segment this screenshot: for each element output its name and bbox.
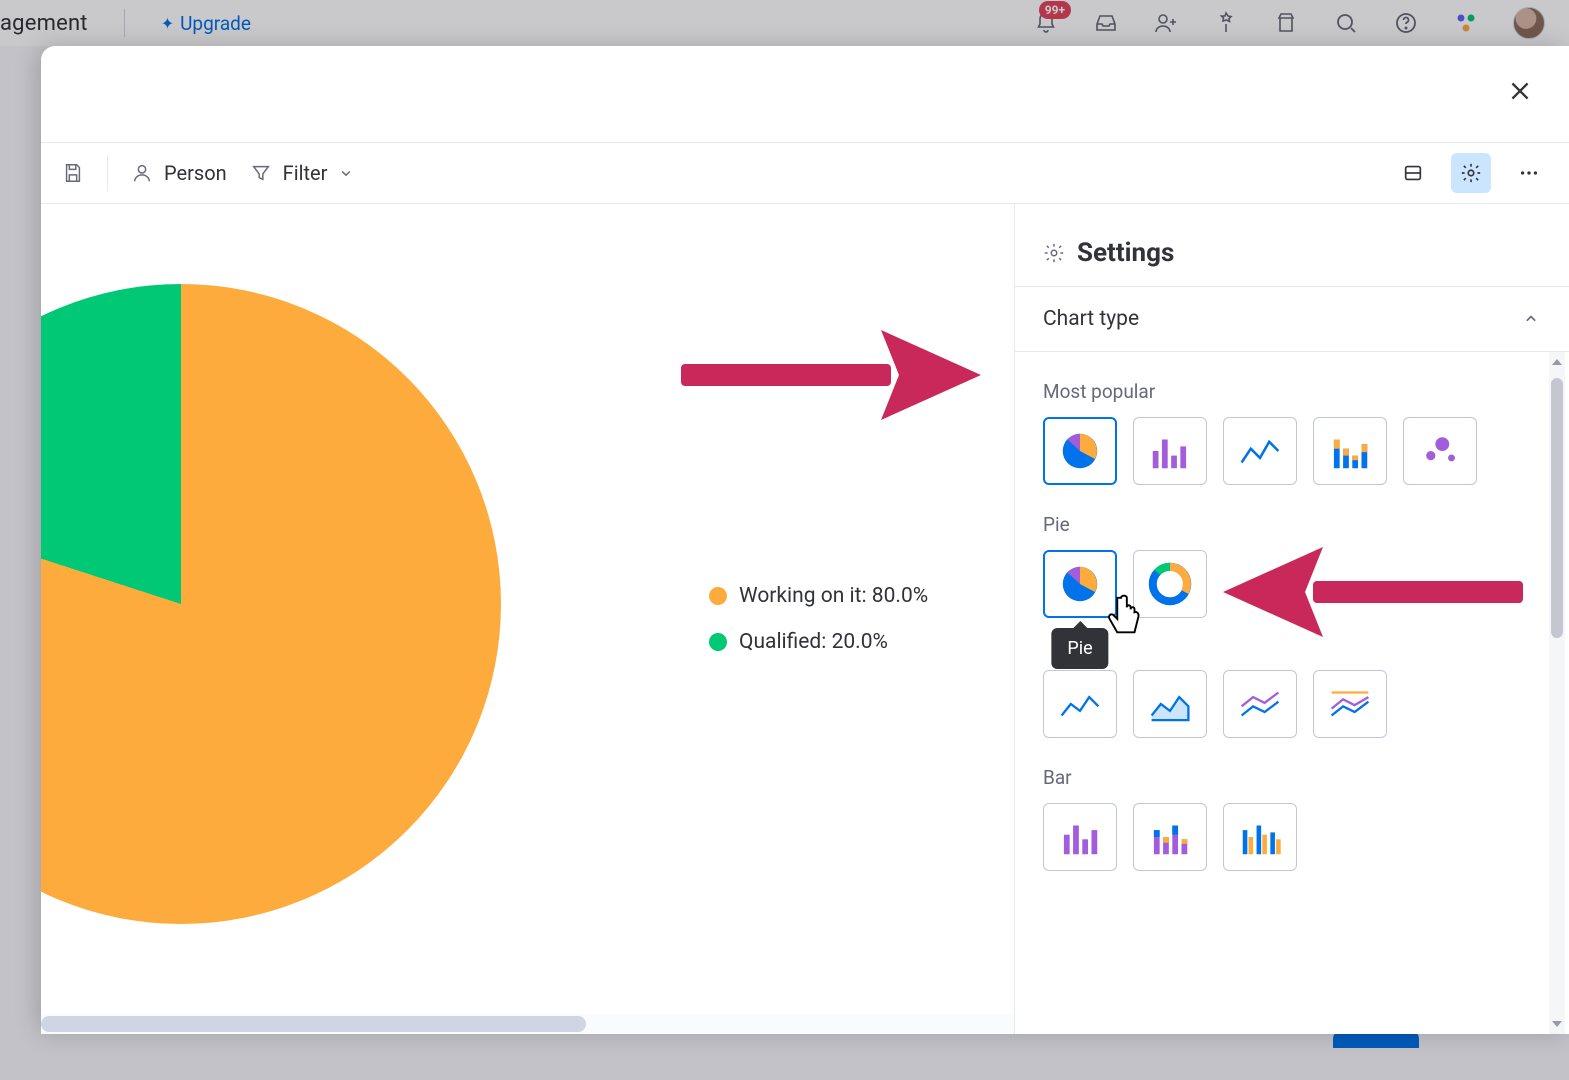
legend-item: Qualified: 20.0% bbox=[709, 630, 928, 654]
legend-swatch bbox=[709, 587, 727, 605]
chart-preview: Working on it: 80.0% Qualified: 20.0% bbox=[41, 204, 1014, 1034]
person-label: Person bbox=[164, 161, 227, 185]
chart-type-line-compare[interactable] bbox=[1313, 670, 1387, 738]
scrollbar-thumb[interactable] bbox=[41, 1016, 586, 1032]
close-button[interactable] bbox=[1503, 74, 1537, 108]
cursor-pointer-icon bbox=[1095, 594, 1115, 618]
chart-type-line-multi[interactable] bbox=[1223, 670, 1297, 738]
chart-type-bar-stacked[interactable] bbox=[1133, 803, 1207, 871]
split-view-button[interactable] bbox=[1393, 153, 1433, 193]
group-bar: Bar bbox=[1043, 766, 1541, 789]
annotation-arrow bbox=[681, 294, 981, 454]
scrollbar-down-arrow-icon[interactable] bbox=[1551, 1018, 1563, 1030]
settings-title-text: Settings bbox=[1077, 238, 1174, 268]
horizontal-scrollbar[interactable] bbox=[41, 1014, 1014, 1034]
annotation-arrow bbox=[1223, 522, 1523, 662]
chart-type-section-header[interactable]: Chart type bbox=[1015, 286, 1569, 352]
save-icon[interactable] bbox=[61, 161, 85, 185]
legend-label: Working on it: 80.0% bbox=[739, 584, 928, 608]
chart-editor-modal: Person Filter bbox=[41, 46, 1569, 1034]
gear-icon bbox=[1043, 242, 1065, 264]
vertical-scrollbar[interactable] bbox=[1549, 352, 1565, 1034]
chart-type-bar[interactable] bbox=[1133, 417, 1207, 485]
scrollbar-thumb[interactable] bbox=[1551, 378, 1563, 638]
person-button[interactable]: Person bbox=[130, 161, 227, 185]
chart-type-bar-grouped[interactable] bbox=[1223, 803, 1297, 871]
chevron-up-icon bbox=[1521, 309, 1541, 329]
settings-title: Settings bbox=[1015, 204, 1569, 286]
filter-label: Filter bbox=[283, 161, 328, 185]
chart-type-line-area[interactable] bbox=[1133, 670, 1207, 738]
chart-type-label: Chart type bbox=[1043, 307, 1139, 331]
scrollbar-up-arrow-icon[interactable] bbox=[1551, 356, 1563, 368]
chart-legend: Working on it: 80.0% Qualified: 20.0% bbox=[709, 584, 928, 654]
chart-type-line-basic[interactable] bbox=[1043, 670, 1117, 738]
chart-type-stacked-bar[interactable] bbox=[1313, 417, 1387, 485]
legend-swatch bbox=[709, 633, 727, 651]
modal-header bbox=[41, 46, 1569, 142]
more-options-button[interactable] bbox=[1509, 153, 1549, 193]
modal-toolbar: Person Filter bbox=[41, 142, 1569, 204]
chart-type-bubble[interactable] bbox=[1403, 417, 1477, 485]
settings-toggle-button[interactable] bbox=[1451, 153, 1491, 193]
person-icon bbox=[130, 161, 154, 185]
chart-type-pie[interactable] bbox=[1043, 417, 1117, 485]
toolbar-divider bbox=[107, 155, 108, 191]
filter-icon bbox=[249, 161, 273, 185]
settings-scroll-area: Most popular bbox=[1015, 352, 1569, 1034]
settings-panel: Settings Chart type Most popular bbox=[1015, 204, 1569, 1034]
chart-type-line[interactable] bbox=[1223, 417, 1297, 485]
legend-item: Working on it: 80.0% bbox=[709, 584, 928, 608]
pie-chart bbox=[41, 284, 501, 924]
filter-button[interactable]: Filter bbox=[249, 161, 356, 185]
legend-label: Qualified: 20.0% bbox=[739, 630, 888, 654]
chart-type-bar-basic[interactable] bbox=[1043, 803, 1117, 871]
chevron-down-icon bbox=[337, 164, 355, 182]
chart-type-pie-solid[interactable]: Pie bbox=[1043, 550, 1117, 618]
group-most-popular: Most popular bbox=[1043, 380, 1541, 403]
